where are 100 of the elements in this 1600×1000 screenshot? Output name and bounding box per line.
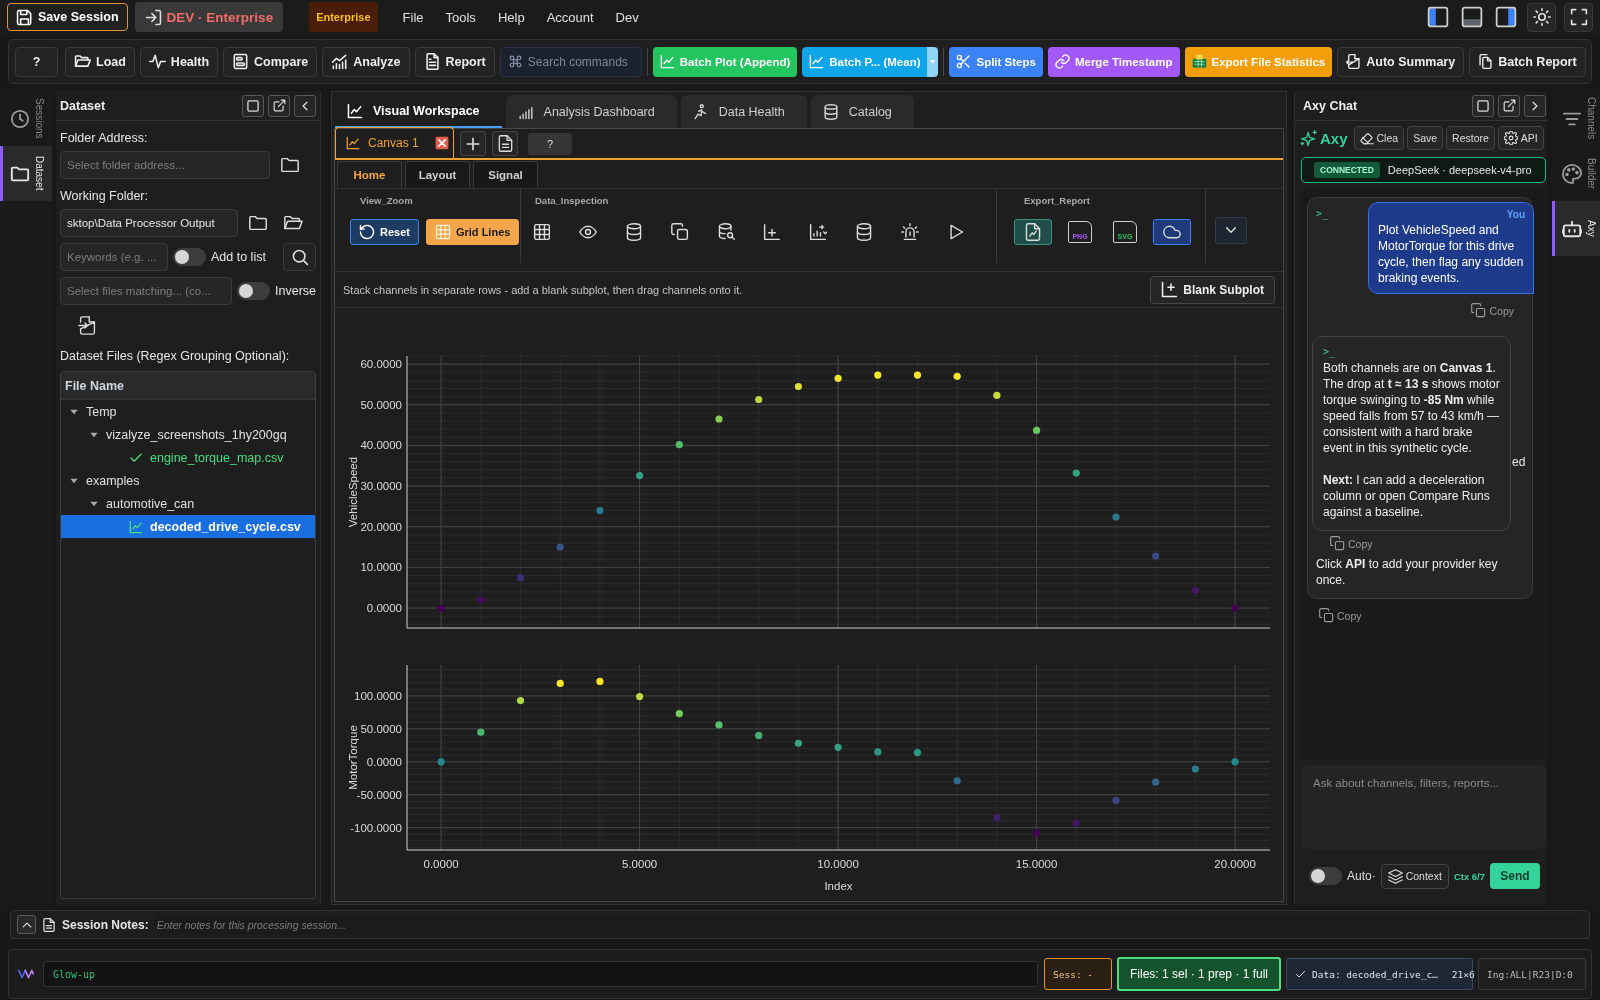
copy-button[interactable]: Copy [1330, 536, 1373, 551]
context-button[interactable]: Context [1380, 863, 1449, 889]
axis-scale-icon [809, 223, 827, 241]
chat-action-button[interactable]: API [1497, 126, 1544, 150]
folder-address-field[interactable]: Select folder address... [60, 151, 270, 179]
action-button[interactable]: Split Steps [949, 46, 1043, 77]
maximize-button[interactable] [1472, 94, 1494, 117]
export-chart-button[interactable] [1014, 219, 1052, 245]
menu-item[interactable]: Tools [434, 3, 487, 31]
group-label: View_Zoom [360, 195, 413, 208]
working-folder-field[interactable]: sktop\Data Processor Output [60, 209, 238, 237]
notes-field[interactable]: Enter notes for this processing session... [154, 914, 1583, 935]
toggle-button[interactable]: Grid Lines [425, 219, 520, 245]
menu-item[interactable]: Account [535, 3, 605, 31]
workspace-tab[interactable]: Visual Workspace [335, 95, 502, 128]
toolbar-button[interactable]: Health [139, 46, 219, 77]
chat-action-button[interactable]: Clea [1353, 126, 1405, 150]
blank-subplot-button[interactable]: Blank Subplot [1150, 275, 1275, 304]
tree-item[interactable]: decoded_drive_cycle.csv [61, 515, 315, 538]
toolbar-button[interactable]: Load [65, 46, 135, 77]
message-text: Both channels are on Canvas 1. The drop at t ≈ 13 s shows motor torque swinging to -85 Nm while speed falls from 57 to 43 km/h — consistent with a hard brake event in this synthetic cycle. [1323, 360, 1501, 456]
search-field[interactable]: Search commands [499, 46, 642, 77]
data-status-text: Data: decoded_drive_c… [1312, 968, 1438, 980]
workspace-tab[interactable]: Catalog [810, 95, 914, 128]
help-button[interactable]: ? [528, 132, 572, 155]
database-search-icon [717, 223, 735, 241]
tree-item[interactable]: automotive_can [61, 492, 315, 515]
pop-out-button[interactable] [268, 94, 290, 117]
session-notes-bar[interactable]: Session Notes: Enter notes for this processing session... [10, 910, 1590, 939]
console-field[interactable]: Glow-up_ [43, 961, 1038, 987]
data-point [675, 710, 683, 718]
keywords-field[interactable]: Keywords (e.g. ... [60, 243, 168, 271]
toggle-switch[interactable] [1309, 867, 1342, 885]
reset-button[interactable]: Reset [350, 219, 419, 245]
ribbon-tab[interactable]: Signal [473, 161, 538, 188]
collapse-button[interactable] [1524, 94, 1546, 117]
fullscreen-button[interactable] [1564, 2, 1593, 32]
copy-button[interactable]: Copy [1319, 608, 1362, 623]
chat-action-button[interactable]: Restore [1446, 126, 1495, 150]
send-button[interactable]: Send [1490, 863, 1541, 889]
sidebar-tab[interactable]: Dataset [0, 146, 52, 201]
menu-item[interactable]: File [391, 3, 435, 31]
menu-item[interactable]: Dev [604, 3, 650, 31]
workspace-tab[interactable]: Data Health [680, 95, 807, 128]
data-point [596, 506, 604, 515]
toggle-switch[interactable] [173, 248, 206, 266]
action-button[interactable]: Merge Timestamp [1047, 46, 1180, 77]
copy-button[interactable]: Copy [1471, 303, 1514, 318]
list-icon [232, 53, 250, 70]
save-session-button[interactable]: Save Session [7, 3, 128, 31]
group-label: Export_Report [1024, 195, 1090, 208]
workspace-tab[interactable]: Analysis Dashboard [505, 95, 677, 128]
assistant-name: Axy [1320, 129, 1348, 147]
tree-item[interactable]: examples [61, 469, 315, 492]
canvas-tab[interactable]: Canvas 1 [335, 127, 454, 158]
tree-item[interactable]: vizalyze_screenshots_1hy200gq [61, 423, 315, 446]
data-point [953, 372, 961, 380]
maximize-button[interactable] [242, 94, 264, 117]
add-canvas-button[interactable] [460, 131, 486, 156]
toolbar-button[interactable]: ? [15, 46, 58, 77]
data-point [437, 758, 445, 766]
toolbar-button[interactable]: Analyze [322, 46, 410, 77]
file-arrow-icon [1346, 54, 1362, 69]
toolbar-button[interactable]: Compare [223, 46, 318, 77]
cloud-icon [1163, 223, 1181, 241]
menu-item[interactable]: Help [486, 3, 536, 31]
sidebar-tab[interactable]: Channels [1552, 91, 1600, 146]
ribbon-tab[interactable]: Layout [405, 161, 470, 188]
axis-title: MotorTorque [347, 725, 359, 790]
data-point [1112, 797, 1120, 805]
collapse-button[interactable] [294, 94, 316, 117]
chat-action-button[interactable]: Save [1407, 126, 1444, 150]
data-point [993, 391, 1001, 400]
toggle-switch[interactable] [237, 282, 270, 300]
search-button[interactable] [283, 243, 316, 271]
sidebar-tab[interactable]: Sessions [0, 91, 52, 146]
file-filter-field[interactable]: Select files matching... (co... [60, 277, 232, 305]
ribbon-tab[interactable]: Home [337, 161, 402, 188]
model-name: DeepSeek · deepseek-v4-pro [1387, 164, 1532, 176]
notes-button[interactable] [492, 131, 518, 156]
expand-button[interactable] [17, 915, 36, 934]
theme-button[interactable] [1527, 2, 1556, 32]
data-point [993, 814, 1001, 822]
close-tab-button[interactable] [435, 136, 449, 150]
tree-item[interactable]: Temp [61, 400, 315, 423]
cloud-button[interactable] [1153, 219, 1191, 245]
tree-item[interactable]: engine_torque_map.csv [61, 446, 315, 469]
environment-button[interactable]: DEV · Enterprise [134, 2, 284, 32]
hint-text: Stack channels in separate rows - add a blank subplot, then drag channels onto it. [343, 283, 743, 296]
expand-ribbon-button[interactable] [1215, 216, 1247, 244]
toolbar-button[interactable]: Auto Summary [1337, 46, 1465, 77]
sidebar-tab[interactable]: Builder [1552, 146, 1600, 201]
sidebar-tab[interactable]: Axy [1552, 201, 1600, 256]
pop-out-button[interactable] [1498, 94, 1520, 117]
line-chart-icon [347, 102, 363, 119]
dropdown-button[interactable] [927, 46, 939, 77]
toolbar-button[interactable]: Batch Report [1469, 46, 1586, 77]
toolbar-button[interactable]: Report [414, 46, 495, 77]
chat-input[interactable]: Ask about channels, filters, reports... [1301, 765, 1546, 849]
data-point [1231, 604, 1239, 612]
